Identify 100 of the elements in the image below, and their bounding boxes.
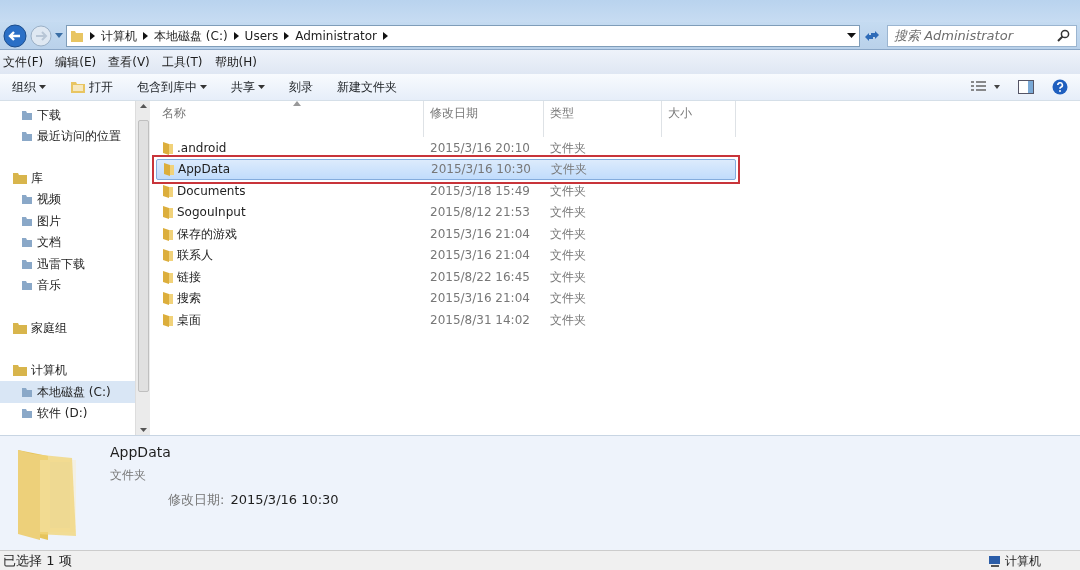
table-cell-text: 2015/3/16 20:10 — [429, 139, 531, 157]
column-header[interactable]: 修改日期 — [424, 101, 544, 137]
breadcrumb[interactable]: Users — [244, 26, 279, 45]
toolbar-button[interactable]: 包含到库中 — [131, 78, 213, 96]
toolbar-button[interactable]: 刻录 — [283, 78, 319, 96]
folder-icon — [162, 226, 174, 241]
table-cell-text: 文件夹 — [549, 311, 587, 329]
chevron-icon — [284, 31, 290, 40]
file-row[interactable]: 保存的游戏 2015/3/16 21:04 文件夹 — [156, 223, 736, 245]
folder-icon — [20, 129, 34, 144]
chevron-icon — [383, 31, 389, 40]
file-name: AppData — [110, 443, 172, 462]
address-bar[interactable]: 计算机 本地磁盘 (C:) Users Administrator — [66, 24, 860, 47]
file-row[interactable]: AppData 2015/3/16 10:30 文件夹 — [156, 158, 736, 180]
table-cell-text: 2015/8/31 14:02 — [429, 311, 531, 329]
file-name: AppData — [178, 161, 231, 179]
folder-icon — [20, 192, 34, 207]
caret-icon — [258, 85, 265, 89]
sidebar-item[interactable]: 最近访问的位置 — [0, 125, 135, 147]
sidebar-item[interactable]: 计算机 — [0, 359, 135, 381]
table-cell-text: 文件夹 — [549, 204, 587, 222]
sidebar-item[interactable]: 视频 — [0, 188, 135, 210]
folder-icon — [12, 170, 28, 185]
file-name: 搜索 — [177, 290, 201, 308]
status-text: 已选择 1 项 — [3, 551, 72, 570]
file-row[interactable]: 桌面 2015/8/31 14:02 文件夹 — [156, 309, 736, 331]
breadcrumb[interactable]: 计算机 — [101, 26, 137, 45]
file-type: 文件夹 — [110, 467, 147, 484]
column-header[interactable]: 类型 — [544, 101, 662, 137]
computer-icon — [988, 554, 1002, 567]
table-cell-text: 2015/8/22 16:45 — [429, 268, 531, 286]
sidebar-item[interactable]: 本地磁盘 (C:) — [0, 381, 135, 403]
menu-item[interactable]: 工具(T) — [161, 53, 203, 71]
sidebar-item[interactable]: 迅雷下载 — [0, 253, 135, 275]
column-header[interactable]: 大小 — [662, 101, 736, 137]
table-cell-text: 文件夹 — [549, 290, 587, 308]
scroll-thumb[interactable] — [137, 120, 149, 392]
folder-icon — [162, 312, 174, 327]
table-cell-text: 2015/3/16 21:04 — [429, 247, 531, 265]
sidebar-item[interactable]: 库 — [0, 167, 135, 189]
scroll-up-icon[interactable] — [139, 104, 147, 108]
sidebar-item[interactable]: 图片 — [0, 210, 135, 232]
toolbar-button[interactable]: 共享 — [225, 78, 271, 96]
menu-item[interactable]: 编辑(E) — [55, 53, 97, 71]
file-row[interactable]: Documents 2015/3/18 15:49 文件夹 — [156, 180, 736, 202]
table-cell-text: 文件夹 — [550, 161, 588, 179]
field-value: 2015/3/16 10:30 — [230, 491, 339, 509]
chevron-icon — [90, 31, 95, 40]
file-name: 桌面 — [177, 311, 201, 329]
folder-icon — [162, 140, 174, 155]
folder-icon — [162, 291, 174, 306]
folder-icon — [70, 28, 84, 43]
file-name: Documents — [177, 182, 246, 200]
menu-item[interactable]: 文件(F) — [3, 53, 44, 71]
scrollbar[interactable] — [135, 101, 150, 435]
folder-icon — [20, 235, 34, 250]
file-row[interactable]: 联系人 2015/3/16 21:04 文件夹 — [156, 244, 736, 266]
back-icon[interactable] — [3, 23, 27, 48]
folder-icon — [70, 80, 86, 94]
help-icon[interactable] — [1052, 79, 1068, 95]
caret-icon — [200, 85, 207, 89]
folder-icon — [162, 269, 174, 284]
sidebar-item[interactable]: 音乐 — [0, 274, 135, 296]
toolbar-button[interactable]: 新建文件夹 — [331, 78, 403, 96]
toolbar-button[interactable]: 打开 — [64, 78, 119, 96]
sidebar-item[interactable]: 下载 — [0, 104, 135, 126]
breadcrumb[interactable]: 本地磁盘 (C:) — [154, 26, 228, 45]
file-name: 联系人 — [177, 247, 213, 265]
table-cell-text: 文件夹 — [549, 225, 587, 243]
table-cell-text: 文件夹 — [549, 268, 587, 286]
file-name: 链接 — [177, 268, 201, 286]
sidebar-item[interactable]: 家庭组 — [0, 317, 135, 339]
view-options-icon[interactable] — [970, 80, 1000, 94]
file-row[interactable]: .android 2015/3/16 20:10 文件夹 — [156, 137, 736, 159]
breadcrumb[interactable]: Administrator — [295, 26, 378, 45]
file-name: SogouInput — [177, 204, 246, 222]
table-cell-text: 2015/3/18 15:49 — [429, 182, 531, 200]
menu-item[interactable]: 帮助(H) — [214, 53, 257, 71]
search-icon — [1057, 29, 1070, 42]
file-row[interactable]: 链接 2015/8/22 16:45 文件夹 — [156, 266, 736, 288]
dropdown-icon[interactable] — [847, 33, 856, 39]
status-text: 计算机 — [1005, 552, 1041, 570]
folder-icon — [20, 278, 34, 293]
table-cell-text: 2015/3/16 21:04 — [429, 225, 531, 243]
file-row[interactable]: 搜索 2015/3/16 21:04 文件夹 — [156, 287, 736, 309]
search-field[interactable]: 搜索 Administrator — [887, 24, 1077, 47]
preview-pane-icon[interactable] — [1018, 79, 1034, 95]
folder-icon — [162, 183, 174, 198]
folder-icon — [12, 320, 28, 335]
file-row[interactable]: SogouInput 2015/8/12 21:53 文件夹 — [156, 201, 736, 223]
chevron-icon — [143, 31, 148, 40]
table-cell-text: 2015/3/16 10:30 — [430, 161, 532, 179]
file-name: 保存的游戏 — [177, 225, 237, 243]
sidebar-item[interactable]: 文档 — [0, 231, 135, 253]
column-header[interactable]: 名称 — [156, 101, 424, 137]
menu-item[interactable]: 查看(V) — [108, 53, 150, 71]
sidebar-item[interactable]: 软件 (D:) — [0, 402, 135, 424]
file-name: .android — [177, 139, 227, 157]
toolbar-button[interactable]: 组织 — [6, 78, 52, 96]
scroll-down-icon[interactable] — [139, 428, 147, 432]
